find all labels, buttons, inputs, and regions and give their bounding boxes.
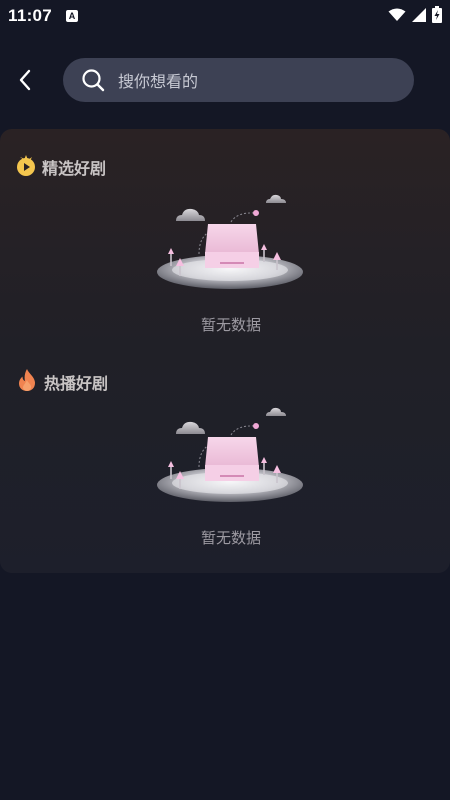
section-title: 精选好剧 [42, 159, 107, 178]
section-title: 热播好剧 [44, 374, 109, 393]
screen: 11:07 A 搜你想看的 精选好剧 暂无数据 热播好剧 暂无数据 [0, 0, 450, 800]
film-reel-icon [16, 154, 36, 180]
chevron-left-icon [19, 69, 31, 91]
back-button[interactable] [10, 62, 40, 98]
empty-state-text: 暂无数据 [200, 529, 261, 547]
signal-icon [412, 7, 426, 26]
search-input[interactable]: 搜你想看的 [118, 68, 198, 92]
search-bar[interactable]: 搜你想看的 [63, 58, 414, 102]
empty-state-illustration [156, 194, 306, 304]
status-bar: 11:07 A [0, 0, 450, 32]
section-header-featured: 精选好剧 [16, 154, 106, 180]
search-icon [81, 68, 105, 92]
battery-charging-icon [432, 5, 442, 27]
empty-state-illustration [156, 407, 306, 517]
status-time: 11:07 [8, 6, 53, 25]
empty-state-text: 暂无数据 [200, 316, 261, 334]
flame-icon [16, 368, 38, 396]
content-card: 精选好剧 暂无数据 热播好剧 暂无数据 [0, 129, 450, 573]
section-header-trending: 热播好剧 [16, 368, 108, 396]
notification-badge-icon: A [66, 10, 79, 22]
wifi-icon [388, 7, 406, 26]
